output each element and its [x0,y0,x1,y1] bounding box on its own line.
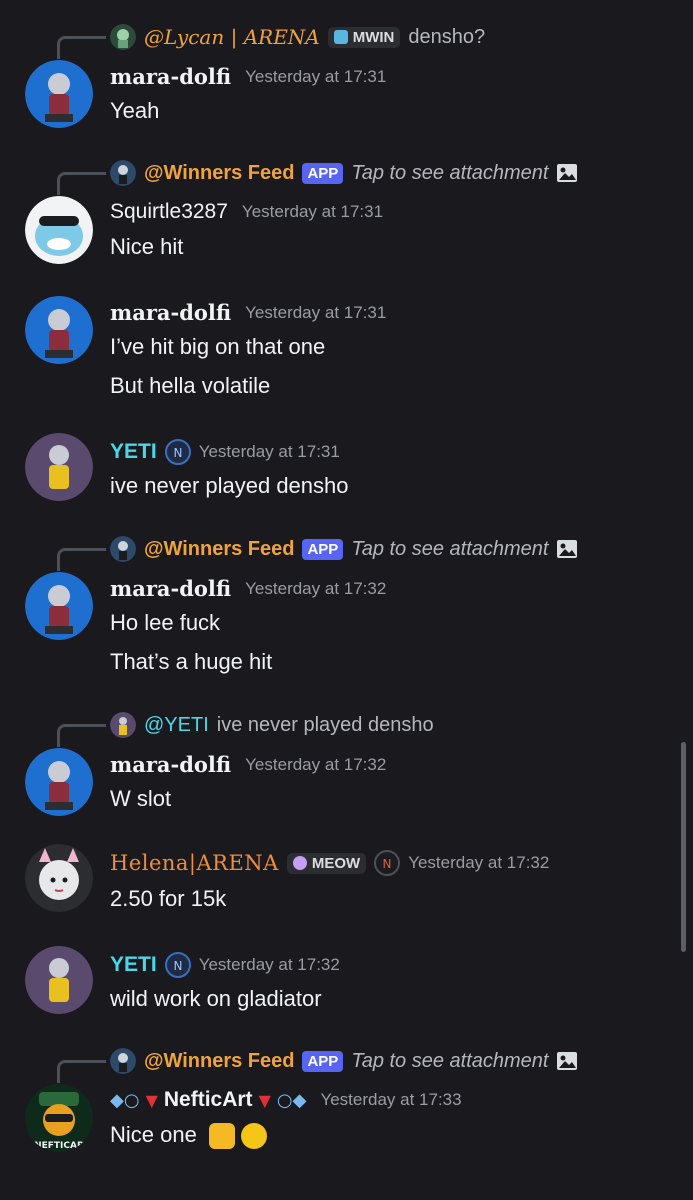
message-text: Nice hit [110,234,184,259]
user-avatar[interactable] [25,433,93,501]
svg-text:N: N [173,959,182,973]
smile-icon [241,1123,268,1150]
reply-connector [57,548,106,571]
user-avatar[interactable] [25,844,93,912]
message-text: W slot [110,786,172,811]
reply-connector [57,172,106,195]
timestamp: Yesterday at 17:31 [245,302,387,322]
replied-username[interactable]: @YETI [144,714,209,737]
replied-user-avatar [110,1048,136,1074]
image-icon [557,1052,578,1070]
username[interactable]: NefticArt [164,1088,253,1112]
user-avatar[interactable]: NEFTICAR [25,1084,93,1152]
replied-user-avatar [110,536,136,562]
role-badge-icon: N [164,439,191,465]
reply-connector [57,1060,106,1083]
timestamp: Yesterday at 17:31 [245,66,387,86]
avatar-text: NEFTICAR [34,1141,84,1151]
gem-decoration-icon: ◆○ [110,1089,140,1111]
server-tag: MEOW [286,852,367,874]
replied-username[interactable]: @Winners Feed [144,162,294,185]
message-text: That’s a huge hit [110,649,273,674]
message-text: But hella volatile [110,373,271,398]
server-tag: MWIN [327,26,401,48]
svg-text:N: N [383,857,392,871]
thumbs-up-icon [208,1123,235,1150]
reply-connector [57,36,106,59]
replied-username[interactable]: @Lycan | ARENA [144,25,320,49]
message-text: Nice one [110,1122,268,1150]
replied-text[interactable]: Tap to see attachment [351,538,548,561]
user-avatar[interactable] [25,296,93,364]
username[interactable]: mara-dolfi [110,300,231,325]
user-avatar[interactable] [25,60,93,128]
role-badge-icon: N [164,952,191,978]
triangle-icon: ▼ [145,1090,158,1110]
message-text: ive never played densho [110,473,349,498]
replied-text[interactable]: Tap to see attachment [351,1050,548,1073]
user-avatar[interactable] [25,196,93,264]
reply-preview[interactable]: @Lycan | ARENA MWIN densho? [0,22,693,59]
timestamp: Yesterday at 17:31 [198,442,340,461]
message-text: Yeah [110,98,160,123]
reply-connector [57,724,106,747]
username[interactable]: mara-dolfi [110,752,231,777]
message-text-content: Nice one [110,1122,197,1147]
username[interactable]: mara-dolfi [110,64,231,89]
username[interactable]: Helena|ARENA [110,851,279,875]
replied-text[interactable]: Tap to see attachment [351,162,548,185]
app-badge: APP [302,162,344,184]
message-text: 2.50 for 15k [110,886,227,911]
app-badge: APP [302,538,344,560]
timestamp: Yesterday at 17:33 [320,1090,462,1109]
timestamp: Yesterday at 17:32 [408,853,550,872]
reply-preview[interactable]: @Winners Feed APP Tap to see attachment [0,158,693,195]
scrollbar[interactable] [681,742,686,952]
username[interactable]: YETI [110,440,157,464]
replied-text: ive never played densho [216,713,434,736]
user-avatar[interactable] [25,748,93,816]
tag-icon [333,30,348,44]
app-badge: APP [302,1050,344,1072]
message-text: I’ve hit big on that one [110,334,326,359]
reply-preview[interactable]: @Winners Feed APP Tap to see attachment [0,1046,693,1083]
heart-icon [292,856,307,870]
timestamp: Yesterday at 17:32 [245,754,387,774]
replied-username[interactable]: @Winners Feed [144,538,294,561]
timestamp: Yesterday at 17:32 [198,955,340,974]
username[interactable]: YETI [110,953,157,977]
replied-user-avatar [110,160,136,186]
message-text: Ho lee fuck [110,610,221,635]
timestamp: Yesterday at 17:32 [245,578,387,598]
svg-text:N: N [173,446,182,460]
username[interactable]: Squirtle3287 [110,200,228,224]
user-avatar[interactable] [25,946,93,1014]
message-text: wild work on gladiator [110,986,322,1011]
reply-preview[interactable]: @YETI ive never played densho [0,710,693,747]
image-icon [557,540,578,558]
replied-username[interactable]: @Winners Feed [144,1050,294,1073]
user-avatar[interactable] [25,572,93,640]
reply-preview[interactable]: @Winners Feed APP Tap to see attachment [0,534,693,571]
gem-decoration-icon: ○◆ [276,1089,307,1111]
username[interactable]: mara-dolfi [110,576,231,601]
replied-text: densho? [408,25,486,48]
role-badge-icon: N [374,850,401,876]
replied-user-avatar [110,24,136,50]
replied-user-avatar [110,712,136,738]
timestamp: Yesterday at 17:31 [241,202,384,221]
triangle-icon: ▼ [258,1090,271,1110]
image-icon [557,164,578,182]
